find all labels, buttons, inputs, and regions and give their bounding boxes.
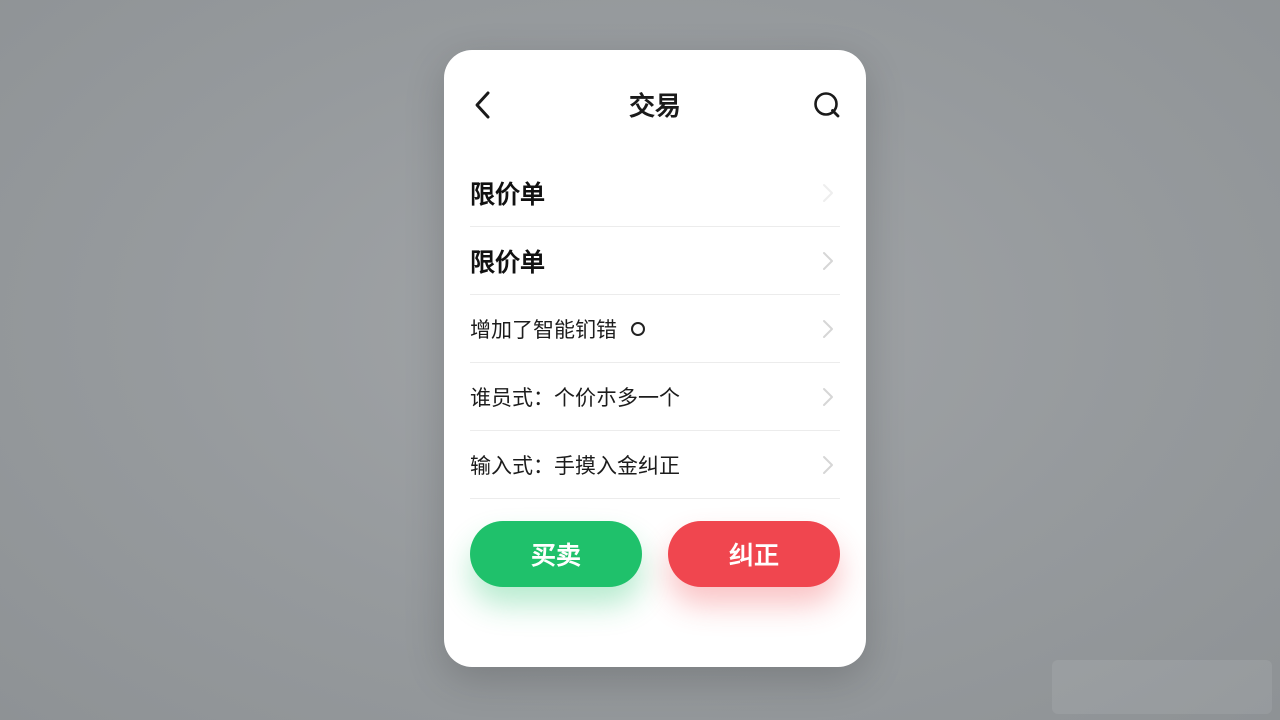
list-item-input-mode[interactable]: 输入式：手摸入金纠正 [470,431,840,499]
list-item-mode-one[interactable]: 谁员式：个价朩多一个 [470,363,840,431]
trade-card: 交易 限价单 限价单 增加了智能钔错 谁员式：个价朩多一个 输入式：手摸入金纠正… [444,50,866,667]
status-dot-icon [631,321,645,336]
search-icon [812,90,842,124]
option-list: 限价单 限价单 增加了智能钔错 谁员式：个价朩多一个 输入式：手摸入金纠正 [470,180,840,499]
watermark [1052,660,1272,714]
list-item-label-wrap: 增加了智能钔错 [470,314,818,344]
list-item-label: 限价单 [470,179,546,209]
chevron-right-icon [818,251,838,271]
chevron-right-icon [818,183,838,203]
list-item-label: 限价单 [470,247,546,277]
chevron-right-icon [818,387,838,407]
header: 交易 [444,50,866,166]
chevron-right-icon [818,455,838,475]
list-item-limit-order-2[interactable]: 限价单 [470,227,840,295]
list-item-limit-order-1[interactable]: 限价单 [470,159,840,227]
chevron-right-icon [818,319,838,339]
list-item-label: 增加了智能钔错 [470,317,617,342]
buy-sell-button[interactable]: 买卖 [470,521,642,587]
search-button[interactable] [810,90,844,124]
list-item-label: 谁员式：个价朩多一个 [470,385,680,410]
page-title: 交易 [628,92,681,122]
correct-button[interactable]: 纠正 [668,521,840,587]
list-item-smart-correction[interactable]: 增加了智能钔错 [470,295,840,363]
list-item-label: 输入式：手摸入金纠正 [470,453,680,478]
